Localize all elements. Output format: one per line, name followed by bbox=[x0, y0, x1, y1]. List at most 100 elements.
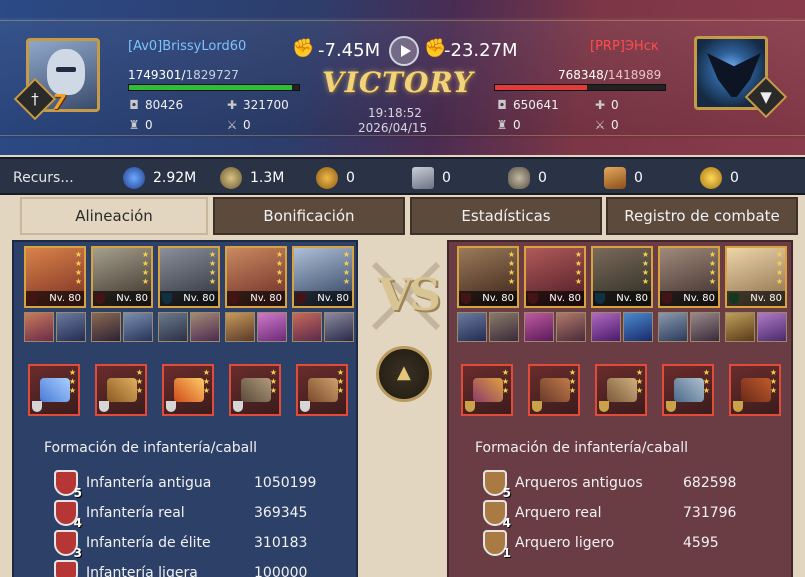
equipment-stars: ★ ★ ★ bbox=[202, 368, 210, 395]
sub-hero[interactable] bbox=[725, 312, 755, 342]
hero-level: Nv. 80 bbox=[294, 291, 352, 306]
exp-icon bbox=[123, 167, 145, 189]
heal-cross-icon: ✚ bbox=[594, 98, 606, 112]
sub-hero[interactable] bbox=[225, 312, 255, 342]
sub-hero[interactable] bbox=[489, 312, 519, 342]
formation-title: Formación de infantería/caball bbox=[475, 440, 688, 456]
iron-icon bbox=[412, 167, 434, 189]
sub-hero[interactable] bbox=[324, 312, 354, 342]
right-stat-heal: ✚ 0 bbox=[594, 98, 619, 112]
equipment-slot[interactable]: ★ ★ ★ bbox=[95, 364, 147, 416]
hero-card[interactable]: ★ ★ ★ ★ Nv. 80 bbox=[24, 246, 86, 308]
right-hp-bar bbox=[494, 84, 666, 91]
infantry-icon: 1 bbox=[54, 560, 82, 577]
equipment-stars: ★ ★ ★ bbox=[702, 368, 710, 395]
sub-hero[interactable] bbox=[690, 312, 720, 342]
troop-row: 1 Infantería ligera 100000 bbox=[54, 560, 334, 577]
equipment-badge bbox=[300, 401, 310, 412]
weapon-icon bbox=[241, 378, 271, 402]
equipment-slot[interactable]: ★ ★ ★ bbox=[662, 364, 714, 416]
left-hp-max: 1829727 bbox=[185, 68, 239, 82]
heal-cross-icon: ✚ bbox=[226, 98, 238, 112]
equipment-stars: ★ ★ ★ bbox=[68, 368, 76, 395]
left-hp-bar bbox=[128, 84, 300, 91]
hero-stars: ★ ★ ★ ★ bbox=[641, 250, 649, 286]
hero-level: Nv. 80 bbox=[660, 291, 718, 306]
right-player-name[interactable]: [PRP]ЭНск bbox=[590, 39, 659, 54]
replay-button[interactable] bbox=[389, 36, 419, 66]
hero-level: Nv. 80 bbox=[26, 291, 84, 306]
hero-card[interactable]: ★ ★ ★ ★ Nv. 80 bbox=[292, 246, 354, 308]
hero-card[interactable]: ★ ★ ★ ★ Nv. 80 bbox=[725, 246, 787, 308]
weapon-icon bbox=[607, 378, 637, 402]
helmet-icon: ◘ bbox=[497, 98, 507, 112]
sub-hero[interactable] bbox=[123, 312, 153, 342]
equipment-slot[interactable]: ★ ★ ★ bbox=[229, 364, 281, 416]
tab-stats[interactable]: Estadísticas bbox=[410, 197, 602, 235]
equipment-slot[interactable]: ★ ★ ★ bbox=[595, 364, 647, 416]
equipment-slot[interactable]: ★ ★ ★ bbox=[461, 364, 513, 416]
resource-stone: 0 bbox=[508, 167, 547, 189]
tab-lineup[interactable]: Alineación bbox=[20, 197, 208, 235]
right-stat-swords-value: 0 bbox=[611, 118, 619, 132]
equipment-slot[interactable]: ★ ★ ★ bbox=[28, 364, 80, 416]
hero-stars: ★ ★ ★ ★ bbox=[275, 250, 283, 286]
equipment-slot[interactable]: ★ ★ ★ bbox=[296, 364, 348, 416]
stone-icon bbox=[508, 167, 530, 189]
troop-tier: 5 bbox=[502, 486, 511, 500]
sub-hero[interactable] bbox=[658, 312, 688, 342]
left-stat-helmet-value: 80426 bbox=[145, 98, 184, 112]
sub-hero[interactable] bbox=[591, 312, 621, 342]
equipment-slot[interactable]: ★ ★ ★ bbox=[162, 364, 214, 416]
left-player-name[interactable]: [Av0]BrissyLord60 bbox=[128, 39, 246, 54]
equipment-stars: ★ ★ ★ bbox=[336, 368, 344, 395]
victory-title: VICTORY bbox=[322, 66, 474, 99]
sub-hero[interactable] bbox=[292, 312, 322, 342]
right-stat-tower-value: 0 bbox=[513, 118, 521, 132]
troop-count: 369345 bbox=[254, 505, 308, 521]
sub-hero[interactable] bbox=[91, 312, 121, 342]
equipment-badge bbox=[666, 401, 676, 412]
sub-hero[interactable] bbox=[24, 312, 54, 342]
troop-name: Arquero real bbox=[515, 505, 602, 521]
equipment-stars: ★ ★ ★ bbox=[269, 368, 277, 395]
weapon-icon bbox=[40, 378, 70, 402]
infantry-icon: 3 bbox=[54, 530, 82, 560]
sub-hero[interactable] bbox=[190, 312, 220, 342]
hero-stars: ★ ★ ★ ★ bbox=[208, 250, 216, 286]
hero-card[interactable]: ★ ★ ★ ★ Nv. 80 bbox=[158, 246, 220, 308]
resources-label[interactable]: Recurs... bbox=[13, 170, 74, 186]
gold-icon bbox=[700, 167, 722, 189]
hero-card[interactable]: ★ ★ ★ ★ Nv. 80 bbox=[225, 246, 287, 308]
equipment-stars: ★ ★ ★ bbox=[501, 368, 509, 395]
hero-card[interactable]: ★ ★ ★ ★ Nv. 80 bbox=[91, 246, 153, 308]
right-stat-helmet-value: 650641 bbox=[513, 98, 559, 112]
tab-bonus[interactable]: Bonificación bbox=[213, 197, 405, 235]
sub-hero[interactable] bbox=[56, 312, 86, 342]
hero-card[interactable]: ★ ★ ★ ★ Nv. 80 bbox=[658, 246, 720, 308]
hero-level: Nv. 80 bbox=[459, 291, 517, 306]
archer-icon: 4 bbox=[483, 500, 511, 530]
equipment-slot[interactable]: ★ ★ ★ bbox=[729, 364, 781, 416]
sub-hero[interactable] bbox=[257, 312, 287, 342]
equipment-slot[interactable]: ★ ★ ★ bbox=[528, 364, 580, 416]
sub-hero[interactable] bbox=[524, 312, 554, 342]
hero-card[interactable]: ★ ★ ★ ★ Nv. 80 bbox=[524, 246, 586, 308]
right-hp-max: 1418989 bbox=[607, 68, 662, 82]
left-stat-heal-value: 321700 bbox=[243, 98, 289, 112]
wood-icon bbox=[604, 167, 626, 189]
sub-hero[interactable] bbox=[556, 312, 586, 342]
left-player-portrait bbox=[47, 49, 85, 95]
hero-card[interactable]: ★ ★ ★ ★ Nv. 80 bbox=[591, 246, 653, 308]
sub-hero[interactable] bbox=[158, 312, 188, 342]
sub-hero[interactable] bbox=[457, 312, 487, 342]
hero-stars: ★ ★ ★ ★ bbox=[574, 250, 582, 286]
hero-card[interactable]: ★ ★ ★ ★ Nv. 80 bbox=[457, 246, 519, 308]
troop-tier: 5 bbox=[73, 486, 82, 500]
resource-wood: 0 bbox=[604, 167, 643, 189]
sub-hero[interactable] bbox=[757, 312, 787, 342]
resource-exp: 2.92M bbox=[123, 167, 196, 189]
tab-combat-log[interactable]: Registro de combate bbox=[606, 197, 798, 235]
battle-details-button[interactable] bbox=[376, 346, 432, 402]
sub-hero[interactable] bbox=[623, 312, 653, 342]
